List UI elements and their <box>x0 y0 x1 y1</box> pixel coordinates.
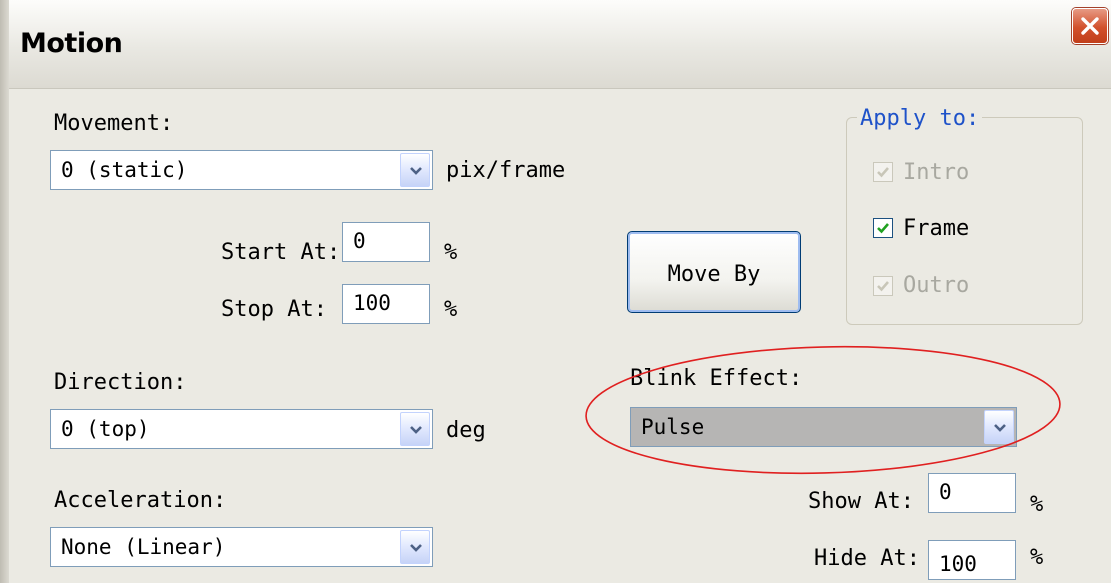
movement-dropdown-button[interactable] <box>400 153 430 187</box>
chevron-down-icon <box>410 544 422 552</box>
check-icon <box>877 281 889 292</box>
acceleration-value: None (Linear) <box>61 535 226 559</box>
move-by-label: Move By <box>667 262 761 287</box>
outro-checkbox[interactable] <box>873 276 893 296</box>
show-at-value: 0 <box>939 480 952 504</box>
movement-select[interactable]: 0 (static) <box>50 150 433 190</box>
direction-label: Direction: <box>54 370 187 395</box>
intro-checkbox[interactable] <box>873 162 893 182</box>
show-at-input[interactable]: 0 <box>928 473 1016 513</box>
direction-value: 0 (top) <box>61 417 150 441</box>
window-border <box>0 0 9 583</box>
blink-effect-label: Blink Effect: <box>630 366 803 391</box>
show-at-label: Show At: <box>808 489 914 514</box>
stop-at-value: 100 <box>353 291 391 315</box>
title-bar[interactable] <box>0 0 1111 89</box>
stop-at-input[interactable]: 100 <box>342 284 430 324</box>
hide-at-label: Hide At: <box>814 546 920 571</box>
chevron-down-icon <box>994 424 1006 432</box>
direction-unit: deg <box>446 418 486 443</box>
hide-at-unit: % <box>1030 545 1044 570</box>
start-at-input[interactable]: 0 <box>342 222 430 262</box>
movement-label: Movement: <box>54 111 174 136</box>
stop-at-label: Stop At: <box>221 297 327 322</box>
start-at-label: Start At: <box>221 240 341 265</box>
acceleration-label: Acceleration: <box>54 488 227 513</box>
start-at-value: 0 <box>353 229 366 253</box>
show-at-unit: % <box>1030 492 1044 517</box>
chevron-down-icon <box>410 426 422 434</box>
outro-label: Outro <box>903 273 970 298</box>
intro-label: Intro <box>903 160 970 185</box>
acceleration-select[interactable]: None (Linear) <box>50 527 433 567</box>
frame-checkbox[interactable] <box>873 218 893 238</box>
blink-effect-select[interactable]: Pulse <box>630 407 1017 447</box>
move-by-button[interactable]: Move By <box>627 231 801 313</box>
movement-unit: pix/frame <box>446 158 566 183</box>
direction-dropdown-button[interactable] <box>400 412 430 446</box>
hide-at-input[interactable]: 100 <box>928 540 1016 580</box>
close-icon <box>1081 17 1099 35</box>
apply-to-title: Apply to: <box>857 106 983 131</box>
acceleration-dropdown-button[interactable] <box>400 530 430 564</box>
hide-at-value: 100 <box>939 552 977 576</box>
stop-at-unit: % <box>444 297 458 322</box>
start-at-unit: % <box>444 240 458 265</box>
check-icon <box>877 223 889 234</box>
check-icon <box>877 167 889 178</box>
blink-effect-value: Pulse <box>641 415 705 439</box>
motion-dialog: Motion Movement: 0 (static) pix/frame St… <box>0 0 1111 583</box>
close-button[interactable] <box>1072 8 1108 44</box>
window-title: Motion <box>20 28 123 59</box>
direction-select[interactable]: 0 (top) <box>50 409 433 449</box>
blink-effect-dropdown-button[interactable] <box>984 410 1014 444</box>
frame-label: Frame <box>903 216 970 241</box>
movement-value: 0 (static) <box>61 158 188 182</box>
chevron-down-icon <box>410 167 422 175</box>
